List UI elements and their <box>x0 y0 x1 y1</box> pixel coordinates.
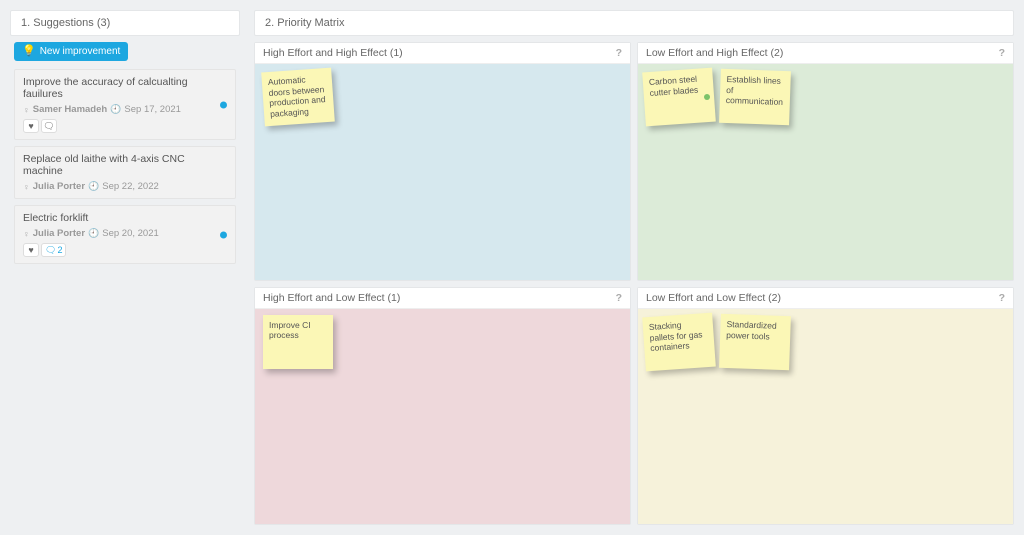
quadrant-label: High Effort and Low Effect (1) <box>263 292 400 304</box>
suggestion-meta: ♀ Julia Porter 🕘 Sep 20, 2021 <box>23 228 227 239</box>
suggestion-author: Julia Porter <box>33 228 85 239</box>
sticky-text: Standardized power tools <box>726 319 777 341</box>
help-icon[interactable]: ? <box>999 292 1005 304</box>
new-improvement-label: New improvement <box>40 46 121 57</box>
sticky-text: Carbon steel cutter blades <box>649 74 699 98</box>
matrix-header: 2. Priority Matrix <box>254 10 1014 36</box>
sticky-text: Improve CI process <box>269 320 311 341</box>
suggestion-card[interactable]: Replace old laithe with 4-axis CNC machi… <box>14 146 236 199</box>
suggestion-meta: ♀ Julia Porter 🕘 Sep 22, 2022 <box>23 181 227 192</box>
suggestions-header: 1. Suggestions (3) <box>10 10 240 36</box>
quadrant-label: Low Effort and Low Effect (2) <box>646 292 781 304</box>
suggestion-author: Samer Hamadeh <box>33 104 107 115</box>
suggestion-card[interactable]: Electric forklift ♀ Julia Porter 🕘 Sep 2… <box>14 205 236 264</box>
suggestion-card[interactable]: Improve the accuracy of calcualting faui… <box>14 69 236 140</box>
unread-dot-icon <box>220 101 227 108</box>
suggestion-title: Replace old laithe with 4-axis CNC machi… <box>23 153 227 177</box>
status-dot-icon <box>704 94 710 100</box>
clock-icon: 🕘 <box>88 228 99 239</box>
quadrant-body[interactable]: Stacking pallets for gas containers Stan… <box>638 309 1013 525</box>
sticky-text: Stacking pallets for gas containers <box>649 319 703 352</box>
sticky-note[interactable]: Improve CI process <box>263 315 333 369</box>
user-icon: ♀ <box>23 105 30 115</box>
quadrant-low-effort-high-effect[interactable]: Low Effort and High Effect (2) ? Carbon … <box>637 42 1014 281</box>
heart-icon[interactable]: ♥ <box>23 243 39 257</box>
sticky-note[interactable]: Standardized power tools <box>719 313 791 369</box>
quadrant-label: High Effort and High Effect (1) <box>263 47 403 59</box>
suggestion-title: Electric forklift <box>23 212 227 224</box>
suggestion-date: Sep 20, 2021 <box>102 228 159 239</box>
suggestions-title: 1. Suggestions (3) <box>21 17 110 29</box>
user-icon: ♀ <box>23 182 30 192</box>
user-icon: ♀ <box>23 229 30 239</box>
priority-matrix-panel: 2. Priority Matrix High Effort and High … <box>248 0 1024 535</box>
lightbulb-icon: 💡 <box>22 46 36 57</box>
quadrant-label: Low Effort and High Effect (2) <box>646 47 783 59</box>
help-icon[interactable]: ? <box>616 292 622 304</box>
sticky-note[interactable]: Stacking pallets for gas containers <box>642 312 716 371</box>
help-icon[interactable]: ? <box>999 47 1005 59</box>
clock-icon: 🕘 <box>88 181 99 192</box>
suggestions-panel: 1. Suggestions (3) 💡 New improvement Imp… <box>0 0 248 535</box>
suggestion-date: Sep 17, 2021 <box>124 104 181 115</box>
quadrant-low-effort-low-effect[interactable]: Low Effort and Low Effect (2) ? Stacking… <box>637 287 1014 526</box>
sticky-note[interactable]: Establish lines of communication <box>719 69 791 125</box>
comment-icon[interactable]: 🗨2 <box>41 243 66 257</box>
quadrant-body[interactable]: Carbon steel cutter blades Establish lin… <box>638 64 1013 280</box>
heart-icon[interactable]: ♥ <box>23 119 39 133</box>
quadrant-body[interactable]: Automatic doors between production and p… <box>255 64 630 280</box>
suggestion-meta: ♀ Samer Hamadeh 🕘 Sep 17, 2021 <box>23 104 227 115</box>
matrix-title: 2. Priority Matrix <box>265 17 344 29</box>
help-icon[interactable]: ? <box>616 47 622 59</box>
clock-icon: 🕘 <box>110 104 121 115</box>
new-improvement-button[interactable]: 💡 New improvement <box>14 42 128 61</box>
quadrant-high-effort-low-effect[interactable]: High Effort and Low Effect (1) ? Improve… <box>254 287 631 526</box>
sticky-note[interactable]: Automatic doors between production and p… <box>261 68 335 127</box>
comment-icon[interactable]: 🗨 <box>41 119 57 133</box>
suggestion-date: Sep 22, 2022 <box>102 181 159 192</box>
suggestion-author: Julia Porter <box>33 181 85 192</box>
comment-count: 2 <box>57 245 62 255</box>
quadrant-high-effort-high-effect[interactable]: High Effort and High Effect (1) ? Automa… <box>254 42 631 281</box>
suggestion-title: Improve the accuracy of calcualting faui… <box>23 76 227 100</box>
sticky-text: Automatic doors between production and p… <box>268 74 326 118</box>
quadrant-body[interactable]: Improve CI process <box>255 309 630 525</box>
unread-dot-icon <box>220 231 227 238</box>
sticky-text: Establish lines of communication <box>726 74 783 107</box>
